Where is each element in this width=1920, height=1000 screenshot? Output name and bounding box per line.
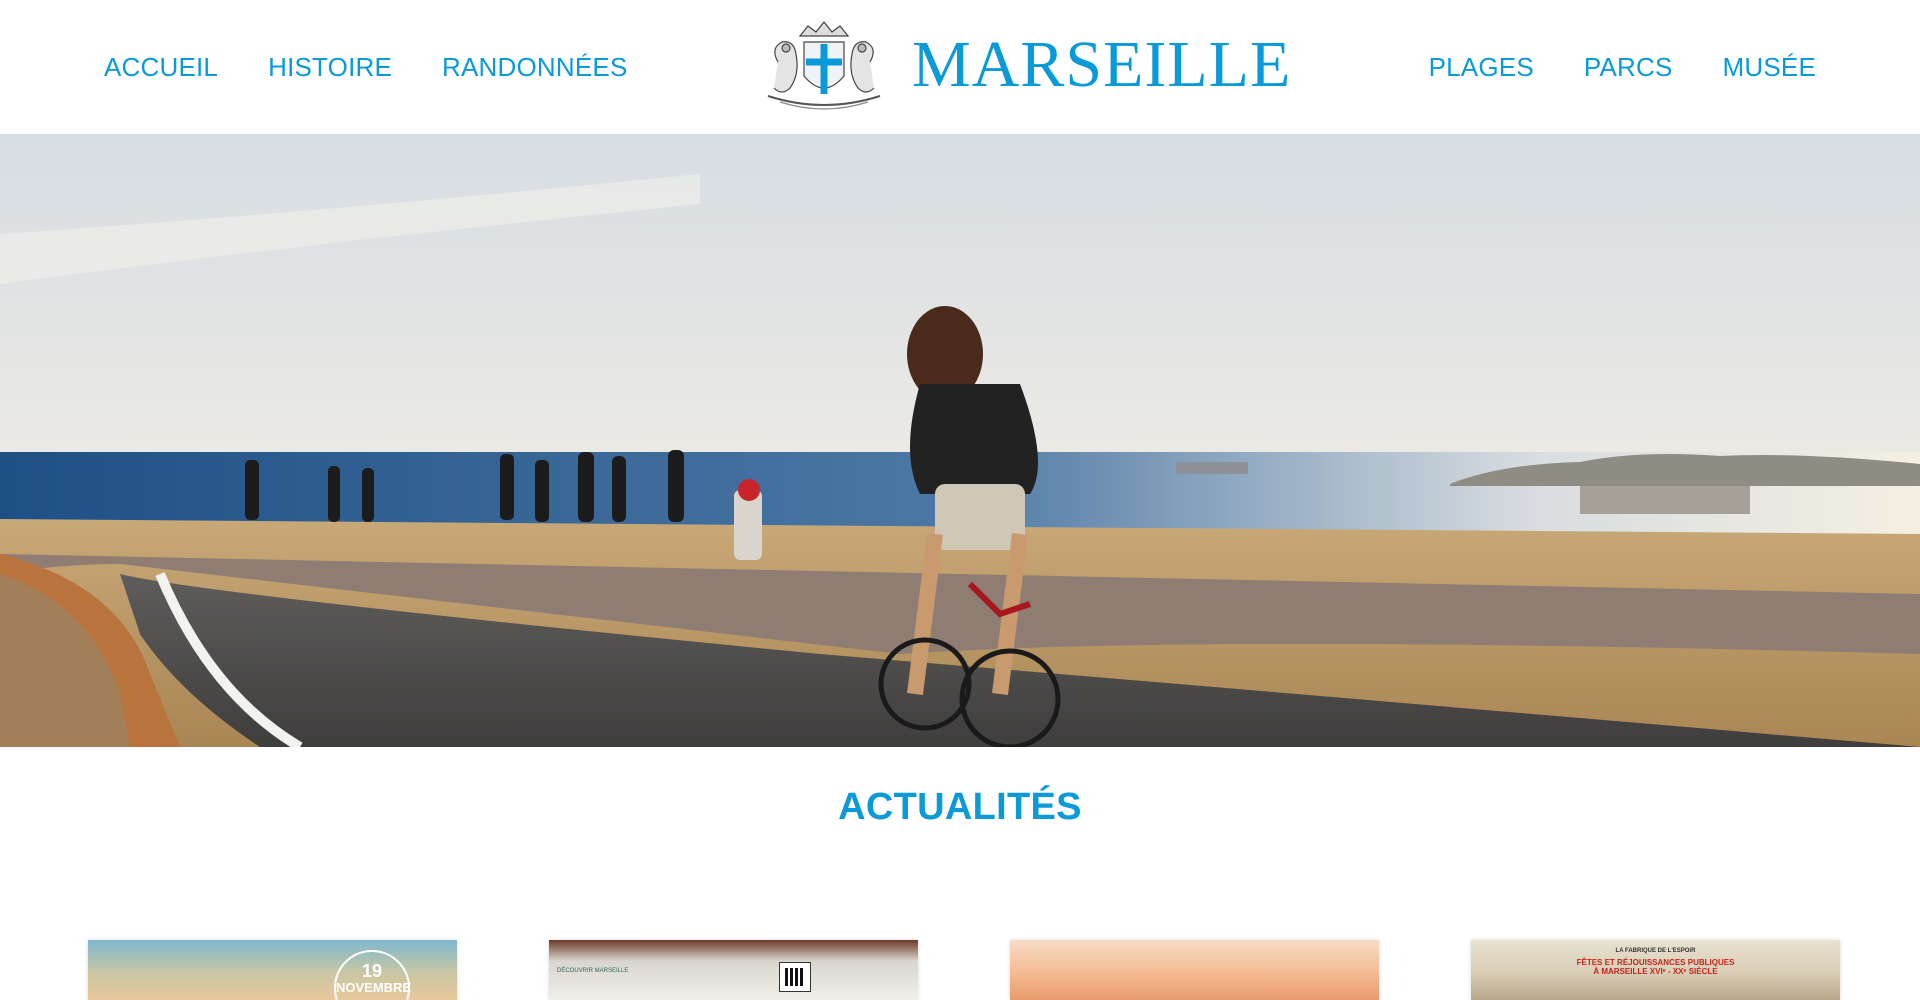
- coat-of-arms-icon: [767, 21, 881, 110]
- nav-left: ACCUEIL HISTOIRE RANDONNÉES: [104, 0, 678, 134]
- nav-link-parcs[interactable]: PARCS: [1584, 52, 1673, 83]
- poster-title-line: FÊTES ET RÉJOUISSANCES PUBLIQUES: [1576, 958, 1735, 967]
- magazine-tag: DÉCOUVRIR MARSEILLE: [557, 968, 629, 974]
- site-header: ACCUEIL HISTOIRE RANDONNÉES MARSEILLE PL…: [0, 0, 1920, 134]
- nav-link-plages[interactable]: PLAGES: [1429, 52, 1534, 83]
- badge-day: 19: [361, 961, 383, 981]
- news-card[interactable]: 19 NOVEMBRE: [88, 940, 457, 1000]
- badge-month: NOVEMBRE: [336, 980, 412, 995]
- qr-code-icon: [779, 962, 811, 992]
- news-card[interactable]: [1010, 940, 1379, 1000]
- brand-wordmark: MARSEILLE: [912, 28, 1292, 101]
- poster-kicker: LA FABRIQUE DE L'ESPOIR: [1615, 948, 1696, 954]
- nav-link-accueil[interactable]: ACCUEIL: [104, 52, 218, 83]
- poster-subtitle-line: À MARSEILLE XVIᵉ - XXᵉ SIÈCLE: [1593, 967, 1718, 977]
- news-section-title: ACTUALITÉS: [838, 786, 1082, 828]
- nav-link-histoire[interactable]: HISTOIRE: [268, 52, 392, 83]
- news-card[interactable]: DÉCOUVRIR MARSEILLE: [549, 940, 918, 1000]
- site-logo[interactable]: MARSEILLE: [760, 18, 1291, 112]
- news-cards: 19 NOVEMBRE DÉCOUVRIR MARSEILLE LA FABRI…: [0, 940, 1920, 1000]
- date-badge: 19 NOVEMBRE: [334, 950, 412, 1000]
- nav-right: PLAGES PARCS MUSÉE: [1379, 0, 1816, 134]
- nav-link-musee[interactable]: MUSÉE: [1723, 52, 1816, 83]
- nav-link-randonnees[interactable]: RANDONNÉES: [442, 52, 627, 83]
- hero-image: [0, 134, 1920, 747]
- hero-banner: [0, 134, 1920, 747]
- poster-title: FÊTES ET RÉJOUISSANCES PUBLIQUES À MARSE…: [1471, 958, 1840, 976]
- news-card[interactable]: LA FABRIQUE DE L'ESPOIR FÊTES ET RÉJOUIS…: [1471, 940, 1840, 1000]
